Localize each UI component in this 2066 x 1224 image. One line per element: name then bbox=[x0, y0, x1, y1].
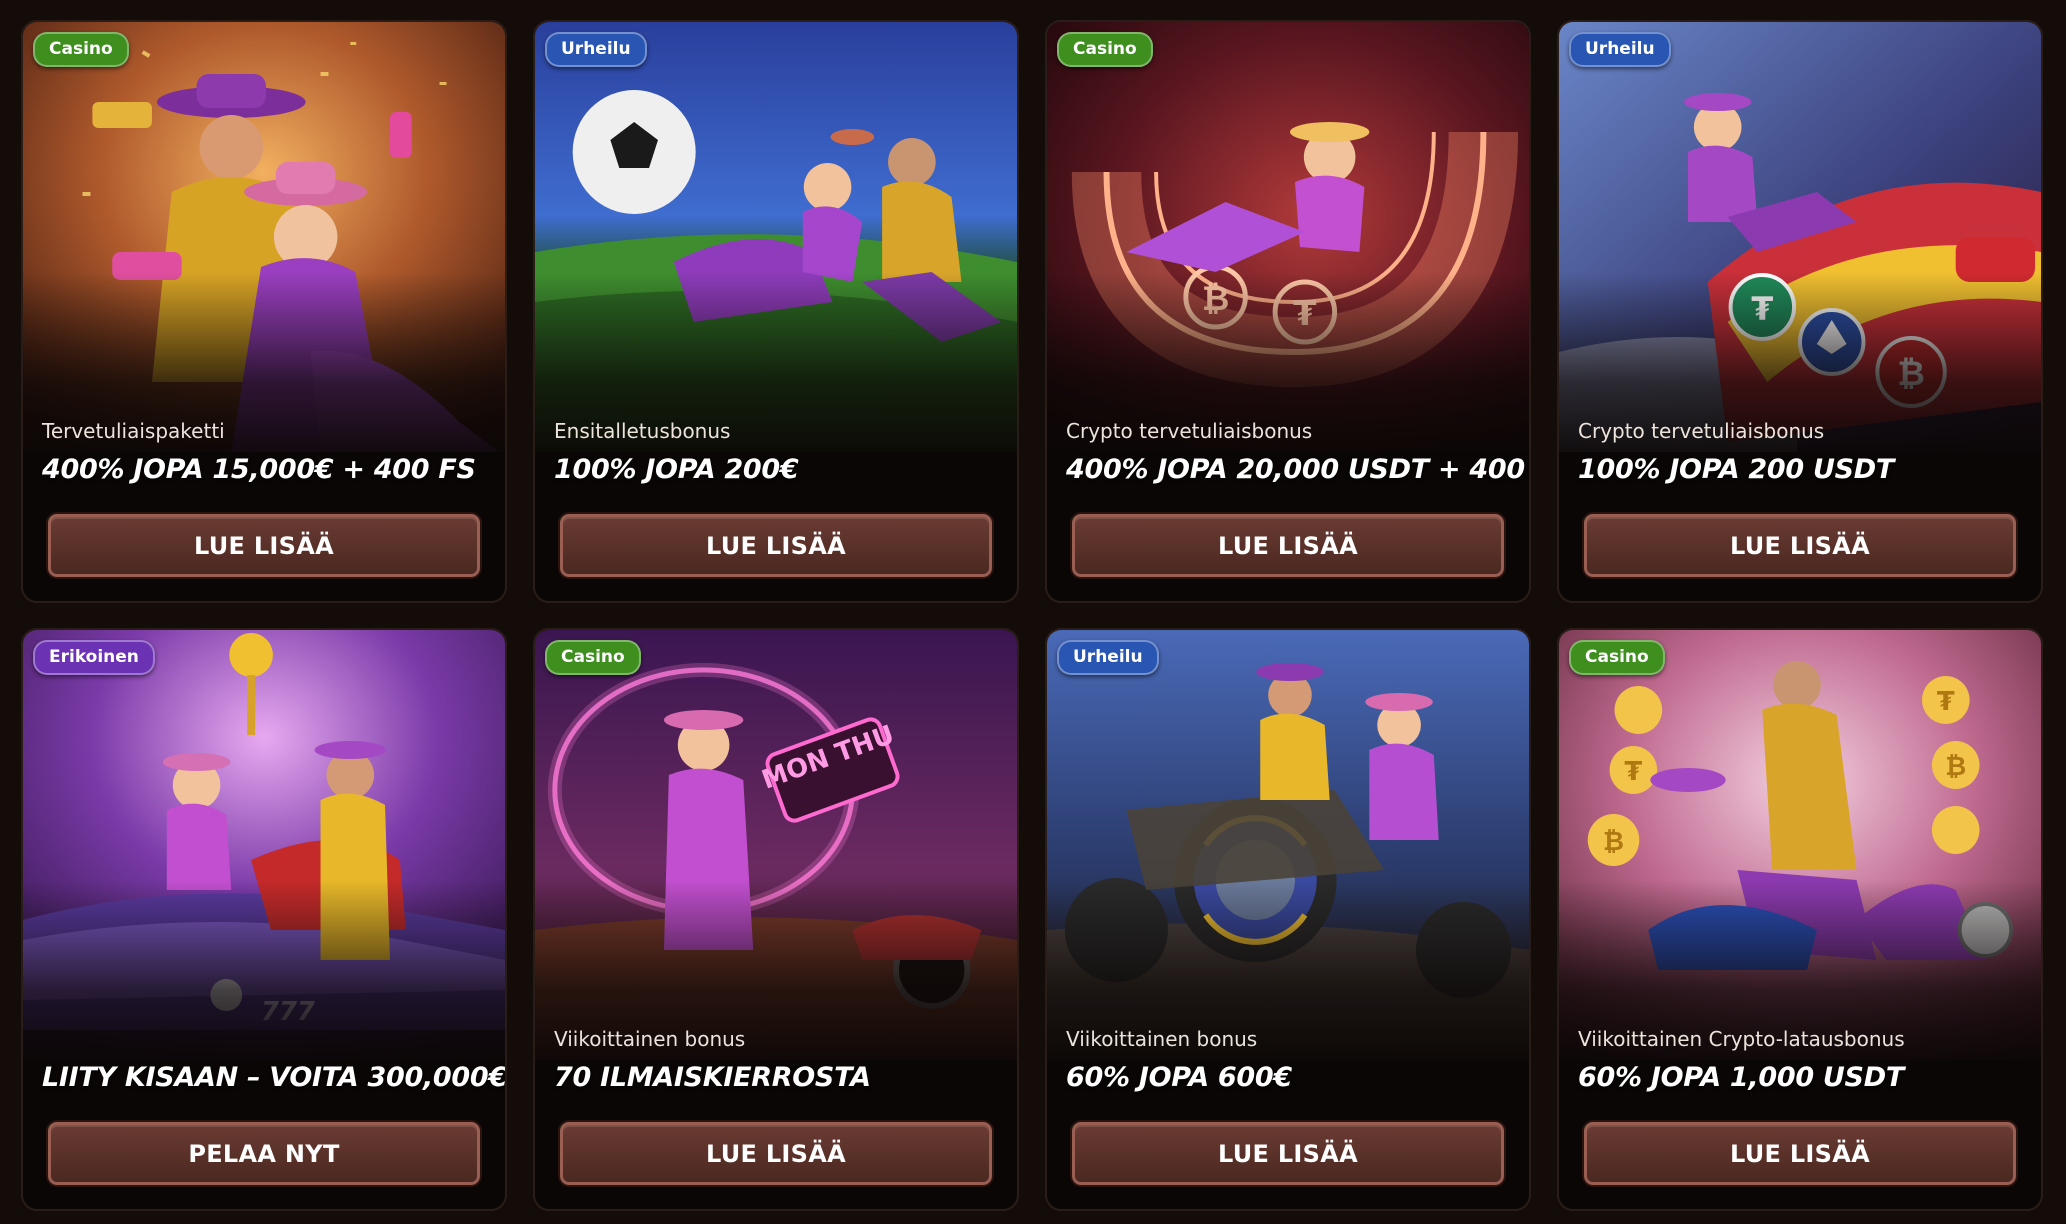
read-more-button[interactable]: LUE LISÄÄ bbox=[1072, 1122, 1504, 1185]
category-badge: Casino bbox=[33, 32, 129, 67]
category-badge: Casino bbox=[545, 640, 641, 675]
promo-card-weekly-free-spins[interactable]: MON THU Casino Viikoittainen bonus 70 IL… bbox=[533, 628, 1019, 1211]
read-more-button[interactable]: LUE LISÄÄ bbox=[1072, 514, 1504, 577]
promo-card-first-deposit-bonus[interactable]: Urheilu Ensitalletusbonus 100% JOPA 200€… bbox=[533, 20, 1019, 603]
promo-card-weekly-crypto-reload[interactable]: ₮ ₿ ₮ ₿ Casino Viikoittainen Crypto-lata… bbox=[1557, 628, 2043, 1211]
promo-title: 100% JOPA 200 USDT bbox=[1578, 454, 1894, 485]
play-now-button[interactable]: PELAA NYT bbox=[48, 1122, 480, 1185]
promo-card-race-tournament[interactable]: 777 Erikoinen LIITY KISAAN – VOITA 300,0… bbox=[21, 628, 507, 1211]
promo-subtitle: Viikoittainen bonus bbox=[1066, 1027, 1258, 1051]
promo-card-crypto-welcome-sports[interactable]: ₮ ₿ Urheilu Crypto tervetuliaisbonus 100… bbox=[1557, 20, 2043, 603]
promo-title: 60% JOPA 600€ bbox=[1066, 1062, 1292, 1093]
category-badge: Urheilu bbox=[545, 32, 647, 67]
promo-subtitle: Tervetuliaispaketti bbox=[42, 419, 225, 443]
promo-subtitle: Viikoittainen Crypto-latausbonus bbox=[1578, 1027, 1905, 1051]
promo-title: 60% JOPA 1,000 USDT bbox=[1578, 1062, 1904, 1093]
promo-title: 100% JOPA 200€ bbox=[554, 454, 799, 485]
promotions-grid: Casino Tervetuliaispaketti 400% JOPA 15,… bbox=[21, 20, 2043, 1211]
category-badge: Casino bbox=[1569, 640, 1665, 675]
read-more-button[interactable]: LUE LISÄÄ bbox=[1584, 1122, 2016, 1185]
promo-title: LIITY KISAAN – VOITA 300,000€! bbox=[42, 1062, 507, 1093]
promo-title: 400% JOPA 20,000 USDT + 400 FS bbox=[1066, 454, 1531, 485]
promo-card-weekly-sports-bonus[interactable]: Urheilu Viikoittainen bonus 60% JOPA 600… bbox=[1045, 628, 1531, 1211]
promo-subtitle: Crypto tervetuliaisbonus bbox=[1066, 419, 1313, 443]
read-more-button[interactable]: LUE LISÄÄ bbox=[560, 514, 992, 577]
svg-text:₿: ₿ bbox=[1945, 752, 1966, 782]
promo-card-crypto-welcome-casino[interactable]: ₿ ₮ Casino Crypto tervetuliaisbonus 400%… bbox=[1045, 20, 1531, 603]
promo-title: 70 ILMAISKIERROSTA bbox=[554, 1062, 871, 1093]
svg-text:₿: ₿ bbox=[1603, 827, 1624, 857]
category-badge: Urheilu bbox=[1057, 640, 1159, 675]
promo-card-welcome-package[interactable]: Casino Tervetuliaispaketti 400% JOPA 15,… bbox=[21, 20, 507, 603]
read-more-button[interactable]: LUE LISÄÄ bbox=[1584, 514, 2016, 577]
svg-text:₮: ₮ bbox=[1937, 687, 1955, 717]
svg-text:₮: ₮ bbox=[1624, 757, 1642, 787]
read-more-button[interactable]: LUE LISÄÄ bbox=[48, 514, 480, 577]
category-badge: Erikoinen bbox=[33, 640, 155, 675]
category-badge: Urheilu bbox=[1569, 32, 1671, 67]
promo-title: 400% JOPA 15,000€ + 400 FS bbox=[42, 454, 476, 485]
read-more-button[interactable]: LUE LISÄÄ bbox=[560, 1122, 992, 1185]
promo-subtitle: Viikoittainen bonus bbox=[554, 1027, 746, 1051]
category-badge: Casino bbox=[1057, 32, 1153, 67]
promo-subtitle: Crypto tervetuliaisbonus bbox=[1578, 419, 1825, 443]
promo-subtitle: Ensitalletusbonus bbox=[554, 419, 731, 443]
